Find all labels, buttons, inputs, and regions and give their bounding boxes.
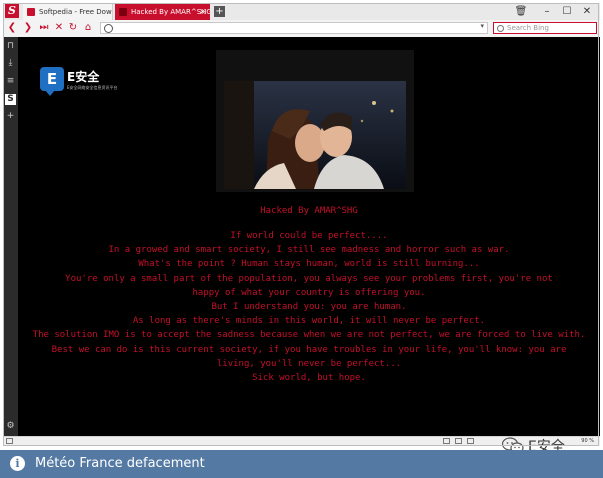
- images-icon[interactable]: [455, 438, 462, 444]
- esec-logo-icon: E: [40, 67, 64, 96]
- logo-text: E安全: [67, 70, 100, 84]
- message-line: What's the point ? Human stays human, wo…: [138, 259, 480, 270]
- back-icon[interactable]: ❮: [6, 22, 18, 34]
- tab-title: Softpedia - Free Downloads: [39, 8, 112, 16]
- maximize-icon[interactable]: ☐: [559, 5, 575, 18]
- softpedia-favicon-icon: [27, 8, 35, 16]
- message-line: You're only a small part of the populati…: [65, 273, 553, 298]
- browser-logo-icon[interactable]: S: [5, 4, 19, 18]
- video-frame-image: [224, 81, 406, 189]
- hack-headline: Hacked By AMAR^SHG: [260, 206, 358, 216]
- defacement-message: Hacked By AMAR^SHG If world could be per…: [18, 205, 600, 385]
- page-content: E E安全 E安全网络安全信息资讯平台 Hacked By AMAR^SHG I…: [18, 37, 600, 436]
- chevron-down-icon[interactable]: ▾: [480, 22, 484, 30]
- search-icon: [497, 25, 504, 32]
- message-line: But I understand you: you are human.: [211, 302, 407, 313]
- message-line: As long as there's minds in this world, …: [132, 316, 486, 327]
- kissing-couple-image: [224, 81, 406, 189]
- info-icon: i: [10, 456, 25, 471]
- message-line: The solution IMO is to accept the sadnes…: [32, 330, 586, 341]
- forward-icon[interactable]: ❯: [22, 22, 34, 34]
- message-line: Sick world, but hope.: [252, 373, 366, 384]
- bookmark-icon[interactable]: ⊓: [5, 41, 16, 52]
- tab-strip: S Softpedia - Free Downloads Hacked By A…: [3, 3, 600, 20]
- caption-bar: i Météo France defacement: [0, 450, 603, 478]
- reload-icon[interactable]: ↻: [67, 22, 79, 34]
- minimize-icon[interactable]: –: [539, 5, 555, 18]
- tab-close-icon[interactable]: ×: [199, 4, 206, 20]
- embedded-video[interactable]: [216, 50, 414, 192]
- search-placeholder: Search Bing: [507, 24, 549, 32]
- address-bar[interactable]: ▾: [100, 22, 488, 34]
- tab-title: Hacked By AMAR^SHG: [131, 8, 210, 16]
- panel-toggle-icon[interactable]: [6, 438, 13, 444]
- softpedia-panel-icon[interactable]: S: [5, 94, 16, 105]
- trash-icon[interactable]: 🗑: [513, 5, 529, 18]
- esec-logo: E E安全 E安全网络安全信息资讯平台: [40, 67, 118, 97]
- tab-softpedia[interactable]: Softpedia - Free Downloads: [23, 4, 113, 20]
- navigation-bar: ❮ ❯ ⏭ ✕ ↻ ⌂ ▾ Search Bing: [3, 20, 600, 38]
- tab-hacked-page[interactable]: Hacked By AMAR^SHG ×: [115, 4, 210, 20]
- page-actions-icon[interactable]: [443, 438, 450, 444]
- search-input[interactable]: Search Bing: [493, 22, 597, 34]
- settings-gear-icon[interactable]: ⚙: [5, 421, 16, 432]
- close-window-icon[interactable]: ✕: [579, 5, 595, 18]
- add-panel-icon[interactable]: +: [5, 111, 16, 122]
- logo-subtext: E安全网络安全信息资讯平台: [67, 85, 118, 90]
- home-icon[interactable]: ⌂: [82, 22, 94, 34]
- stop-icon[interactable]: ✕: [53, 22, 65, 34]
- new-tab-icon[interactable]: +: [214, 6, 225, 17]
- screenshot-frame: S Softpedia - Free Downloads Hacked By A…: [0, 0, 603, 478]
- site-info-icon[interactable]: [104, 24, 113, 33]
- fast-forward-icon[interactable]: ⏭: [38, 22, 50, 34]
- caption-text: Météo France defacement: [35, 456, 205, 471]
- tiling-icon[interactable]: [467, 438, 474, 444]
- notes-icon[interactable]: ≡: [5, 76, 16, 87]
- page-favicon-icon: [119, 8, 127, 16]
- message-line: Best we can do is this current society, …: [51, 344, 567, 369]
- message-line: In a growed and smart society, I still s…: [108, 245, 510, 256]
- message-line: If world could be perfect....: [230, 231, 388, 241]
- side-panel: ⊓ ⤓ ≡ S + ⚙: [3, 37, 18, 436]
- download-icon[interactable]: ⤓: [5, 58, 16, 69]
